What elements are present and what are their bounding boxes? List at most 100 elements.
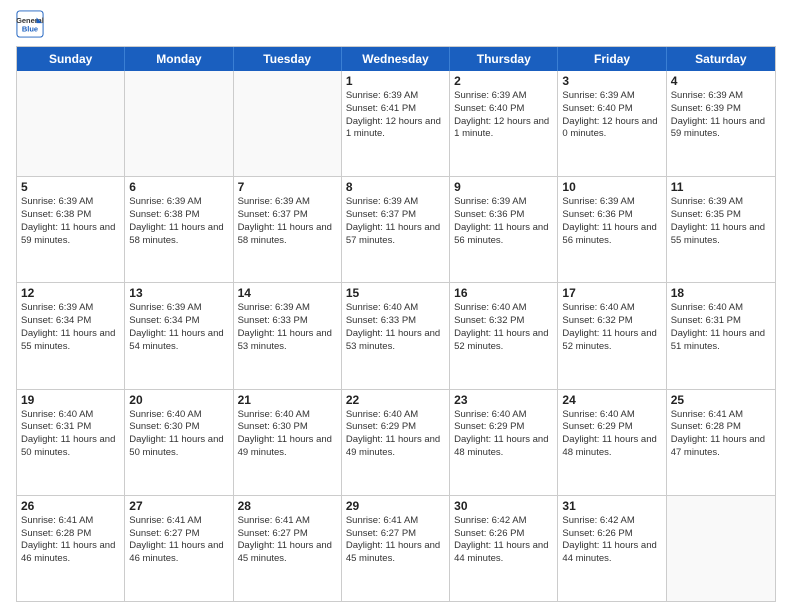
sunset-line: Sunset: 6:29 PM (346, 421, 445, 434)
calendar-cell: 27Sunrise: 6:41 AMSunset: 6:27 PMDayligh… (125, 496, 233, 601)
sunrise-line: Sunrise: 6:39 AM (238, 302, 337, 315)
calendar-cell: 15 Sunrise: 6:40 AMSunset: 6:33 PMDayligh… (342, 283, 450, 388)
calendar-body: 1Sunrise: 6:39 AMSunset: 6:41 PMDaylight… (17, 71, 775, 601)
calendar-row: 1Sunrise: 6:39 AMSunset: 6:41 PMDaylight… (17, 71, 775, 177)
sunset-line: Sunset: 6:28 PM (671, 421, 771, 434)
sunrise-line: Sunrise: 6:39 AM (129, 196, 228, 209)
day-number: 16 (454, 286, 553, 300)
calendar-cell: 19Sunrise: 6:40 AMSunset: 6:31 PMDayligh… (17, 390, 125, 495)
calendar-header-day: Thursday (450, 47, 558, 71)
sunset-line: Sunset: 6:31 PM (671, 315, 771, 328)
sunset-line: Sunset: 6:33 PM (346, 315, 445, 328)
sunset-line: Sunset: 6:40 PM (454, 103, 553, 116)
day-number: 30 (454, 499, 553, 513)
calendar-cell (667, 496, 775, 601)
logo-icon: General Blue (16, 10, 44, 38)
sunset-line: Sunset: 6:33 PM (238, 315, 337, 328)
day-number: 24 (562, 393, 661, 407)
day-number: 9 (454, 180, 553, 194)
day-number: 17 (562, 286, 661, 300)
sunset-line: Sunset: 6:38 PM (129, 209, 228, 222)
daylight-line: Daylight: 12 hours and 0 minutes. (562, 116, 661, 142)
day-number: 27 (129, 499, 228, 513)
sunset-line: Sunset: 6:29 PM (562, 421, 661, 434)
calendar-cell: 31Sunrise: 6:42 AMSunset: 6:26 PMDayligh… (558, 496, 666, 601)
calendar-cell: 29Sunrise: 6:41 AMSunset: 6:27 PMDayligh… (342, 496, 450, 601)
day-number: 26 (21, 499, 120, 513)
calendar-row: 5Sunrise: 6:39 AMSunset: 6:38 PMDaylight… (17, 177, 775, 283)
sunset-line: Sunset: 6:34 PM (129, 315, 228, 328)
calendar-cell: 8Sunrise: 6:39 AMSunset: 6:37 PMDaylight… (342, 177, 450, 282)
day-number: 31 (562, 499, 661, 513)
daylight-line: Daylight: 11 hours and 44 minutes. (454, 540, 553, 566)
sunrise-line: Sunrise: 6:40 AM (21, 409, 120, 422)
daylight-line: Daylight: 11 hours and 50 minutes. (21, 434, 120, 460)
daylight-line: Daylight: 11 hours and 58 minutes. (129, 222, 228, 248)
calendar-row: 12Sunrise: 6:39 AMSunset: 6:34 PMDayligh… (17, 283, 775, 389)
daylight-line: Daylight: 11 hours and 53 minutes. (238, 328, 337, 354)
calendar-cell: 6Sunrise: 6:39 AMSunset: 6:38 PMDaylight… (125, 177, 233, 282)
sunrise-line: Sunrise: 6:40 AM (238, 409, 337, 422)
sunrise-line: Sunrise: 6:39 AM (238, 196, 337, 209)
calendar-cell: 11Sunrise: 6:39 AMSunset: 6:35 PMDayligh… (667, 177, 775, 282)
sunrise-line: Sunrise: 6:40 AM (346, 302, 445, 315)
day-number: 21 (238, 393, 337, 407)
sunrise-line: Sunrise: 6:39 AM (562, 90, 661, 103)
calendar-cell: 30Sunrise: 6:42 AMSunset: 6:26 PMDayligh… (450, 496, 558, 601)
sunset-line: Sunset: 6:32 PM (562, 315, 661, 328)
daylight-line: Daylight: 11 hours and 53 minutes. (346, 328, 445, 354)
sunrise-line: Sunrise: 6:39 AM (671, 90, 771, 103)
daylight-line: Daylight: 11 hours and 44 minutes. (562, 540, 661, 566)
sunrise-line: Sunrise: 6:40 AM (129, 409, 228, 422)
daylight-line: Daylight: 11 hours and 46 minutes. (129, 540, 228, 566)
calendar-cell: 10Sunrise: 6:39 AMSunset: 6:36 PMDayligh… (558, 177, 666, 282)
daylight-line: Daylight: 11 hours and 57 minutes. (346, 222, 445, 248)
calendar-row: 19Sunrise: 6:40 AMSunset: 6:31 PMDayligh… (17, 390, 775, 496)
calendar-cell: 23Sunrise: 6:40 AMSunset: 6:29 PMDayligh… (450, 390, 558, 495)
daylight-line: Daylight: 11 hours and 49 minutes. (238, 434, 337, 460)
calendar-cell: 7Sunrise: 6:39 AMSunset: 6:37 PMDaylight… (234, 177, 342, 282)
calendar-cell (17, 71, 125, 176)
sunset-line: Sunset: 6:27 PM (238, 528, 337, 541)
day-number: 13 (129, 286, 228, 300)
daylight-line: Daylight: 11 hours and 45 minutes. (346, 540, 445, 566)
calendar-header-day: Monday (125, 47, 233, 71)
day-number: 15 (346, 286, 445, 300)
calendar-cell: 9Sunrise: 6:39 AMSunset: 6:36 PMDaylight… (450, 177, 558, 282)
sunset-line: Sunset: 6:27 PM (346, 528, 445, 541)
daylight-line: Daylight: 11 hours and 56 minutes. (562, 222, 661, 248)
day-number: 2 (454, 74, 553, 88)
daylight-line: Daylight: 11 hours and 48 minutes. (454, 434, 553, 460)
sunrise-line: Sunrise: 6:40 AM (454, 302, 553, 315)
daylight-line: Daylight: 11 hours and 49 minutes. (346, 434, 445, 460)
sunset-line: Sunset: 6:37 PM (238, 209, 337, 222)
daylight-line: Daylight: 12 hours and 1 minute. (346, 116, 445, 142)
sunrise-line: Sunrise: 6:39 AM (21, 196, 120, 209)
day-number: 1 (346, 74, 445, 88)
calendar-cell: 14 Sunrise: 6:39 AMSunset: 6:33 PMDayligh… (234, 283, 342, 388)
sunset-line: Sunset: 6:36 PM (562, 209, 661, 222)
sunset-line: Sunset: 6:30 PM (238, 421, 337, 434)
daylight-line: Daylight: 11 hours and 55 minutes. (671, 222, 771, 248)
sunset-line: Sunset: 6:27 PM (129, 528, 228, 541)
sunset-line: Sunset: 6:28 PM (21, 528, 120, 541)
daylight-line: Daylight: 11 hours and 58 minutes. (238, 222, 337, 248)
calendar-cell: 25Sunrise: 6:41 AMSunset: 6:28 PMDayligh… (667, 390, 775, 495)
day-number: 14 (238, 286, 337, 300)
calendar-cell: 1Sunrise: 6:39 AMSunset: 6:41 PMDaylight… (342, 71, 450, 176)
day-number: 3 (562, 74, 661, 88)
sunrise-line: Sunrise: 6:39 AM (129, 302, 228, 315)
sunrise-line: Sunrise: 6:42 AM (454, 515, 553, 528)
sunrise-line: Sunrise: 6:39 AM (671, 196, 771, 209)
calendar-cell: 3Sunrise: 6:39 AMSunset: 6:40 PMDaylight… (558, 71, 666, 176)
day-number: 20 (129, 393, 228, 407)
sunrise-line: Sunrise: 6:40 AM (562, 302, 661, 315)
daylight-line: Daylight: 11 hours and 54 minutes. (129, 328, 228, 354)
daylight-line: Daylight: 11 hours and 48 minutes. (562, 434, 661, 460)
calendar-cell: 21 Sunrise: 6:40 AMSunset: 6:30 PMDayligh… (234, 390, 342, 495)
daylight-line: Daylight: 11 hours and 47 minutes. (671, 434, 771, 460)
day-number: 4 (671, 74, 771, 88)
calendar-header-day: Saturday (667, 47, 775, 71)
daylight-line: Daylight: 11 hours and 59 minutes. (21, 222, 120, 248)
calendar-cell: 18Sunrise: 6:40 AMSunset: 6:31 PMDayligh… (667, 283, 775, 388)
